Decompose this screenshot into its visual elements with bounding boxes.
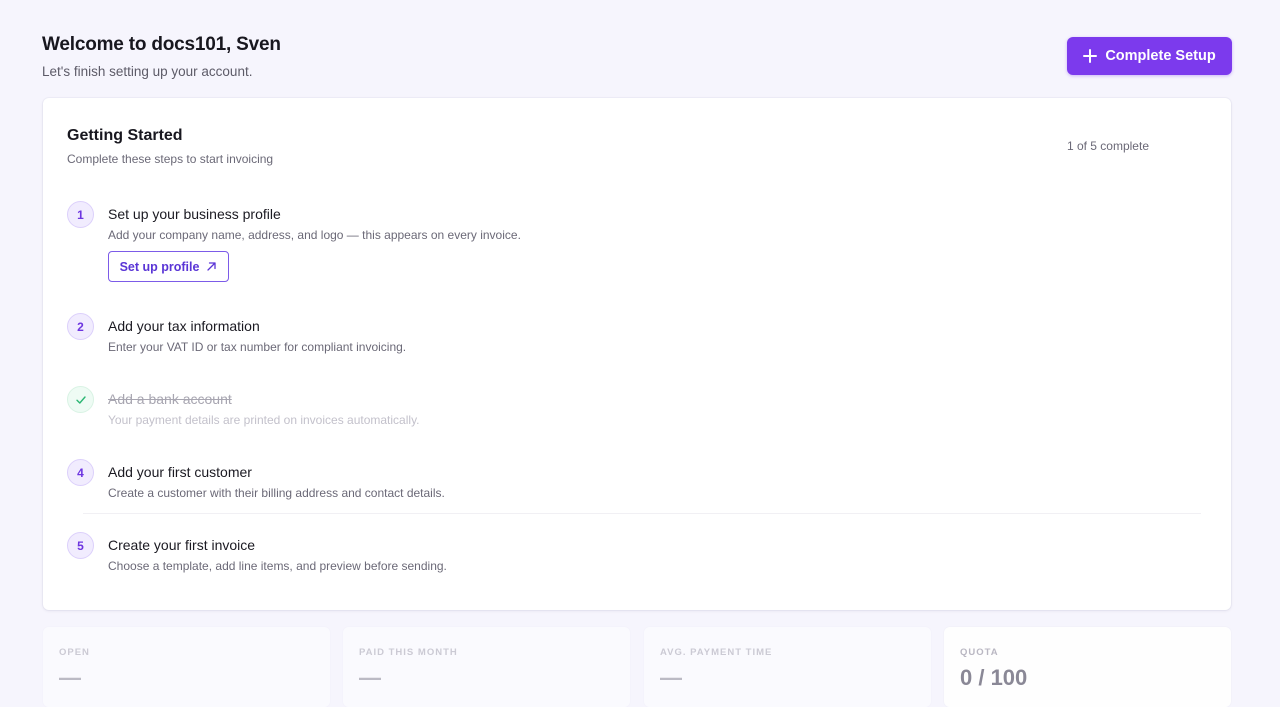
page-header: Welcome to docs101, Sven Let's finish se… [42,34,1232,84]
plus-icon [1083,49,1098,63]
step-number-badge: 2 [67,313,94,340]
getting-started-card: Getting Started Complete these steps to … [43,98,1231,610]
step-divider [83,513,1201,514]
stat-card-open: OPEN — [43,627,330,707]
setup-profile-button[interactable]: Set up profile [108,251,229,282]
step-title: Add your tax information [108,318,260,334]
complete-setup-label: Complete Setup [1105,48,1216,64]
step-title: Set up your business profile [108,206,281,222]
stat-label: OPEN [59,647,90,658]
step-description: Create a customer with their billing add… [108,486,445,500]
page-subtitle: Let's finish setting up your account. [42,64,253,79]
progress-counter: 1 of 5 complete [1066,139,1149,153]
page-title: Welcome to docs101, Sven [42,34,281,55]
stat-label: AVG. PAYMENT TIME [660,647,773,658]
step-description: Add your company name, address, and logo… [108,228,521,242]
stat-label: QUOTA [960,647,999,658]
setup-profile-label: Set up profile [119,259,200,274]
step-description: Choose a template, add line items, and p… [108,559,447,573]
stats-row: OPEN — PAID THIS MONTH — AVG. PAYMENT TI… [43,627,1231,707]
stat-card-quota: QUOTA 0 / 100 [944,627,1231,707]
stat-card-paid-this-month: PAID THIS MONTH — [343,627,630,707]
step-done-badge [67,386,94,413]
step-number-badge: 5 [67,532,94,559]
step-description: Your payment details are printed on invo… [108,413,420,427]
stat-value: — [359,665,381,690]
step-number-badge: 1 [67,201,94,228]
step-title: Add your first customer [108,464,252,480]
stat-label: PAID THIS MONTH [359,647,458,658]
stat-value: — [660,665,682,690]
stat-card-avg-payment-time: AVG. PAYMENT TIME — [644,627,931,707]
step-title: Add a bank account [108,391,232,407]
getting-started-subtitle: Complete these steps to start invoicing [67,152,274,166]
check-icon [75,395,86,404]
stat-value: 0 / 100 [960,665,1028,690]
getting-started-title: Getting Started [67,127,183,144]
arrow-up-right-icon [207,262,217,271]
complete-setup-button[interactable]: Complete Setup [1067,37,1232,75]
stat-value: — [59,665,81,690]
step-title: Create your first invoice [108,537,256,553]
step-number-badge: 4 [67,459,94,486]
step-description: Enter your VAT ID or tax number for comp… [108,340,407,354]
